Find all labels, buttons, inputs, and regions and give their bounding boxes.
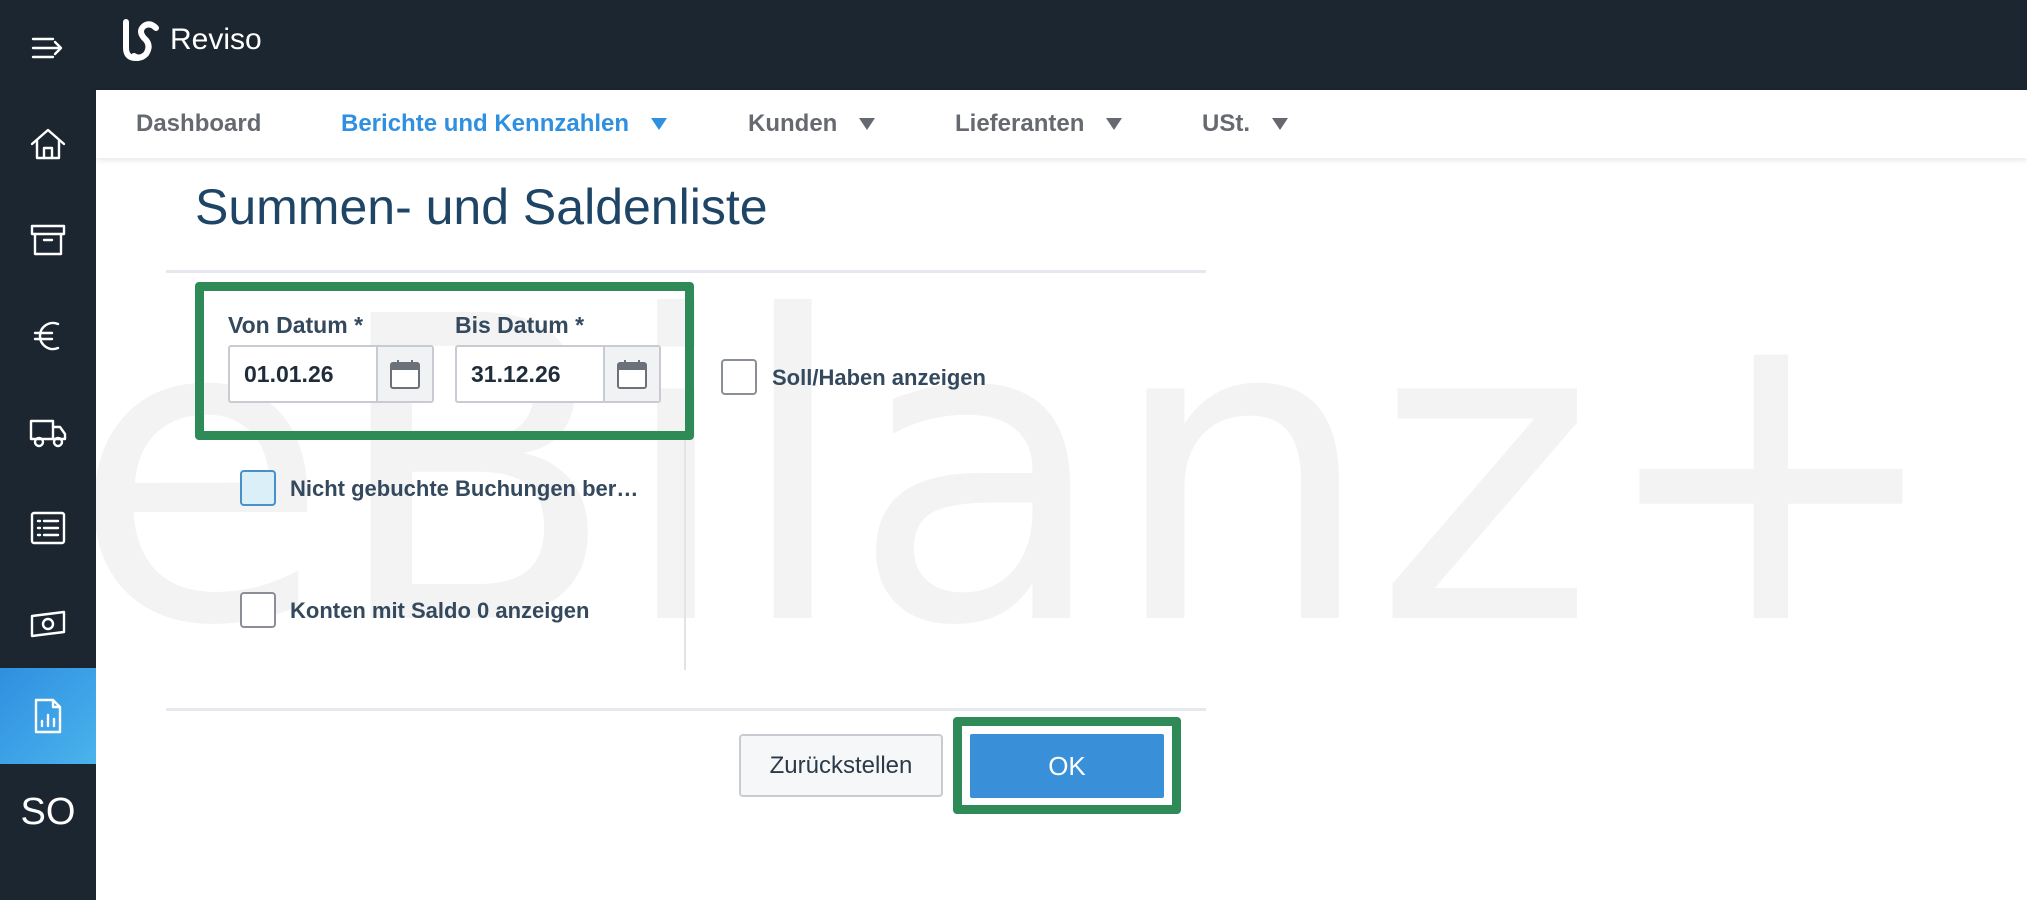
sidebar-item-home[interactable] <box>0 96 96 192</box>
app-name: Reviso <box>170 23 262 56</box>
nicht-gebuchte-label[interactable]: Nicht gebuchte Buchungen ber… <box>290 476 638 502</box>
sidebar-item-reports[interactable] <box>0 668 96 764</box>
nav-lieferanten-label: Lieferanten <box>955 110 1085 137</box>
von-datum-input[interactable] <box>230 347 376 401</box>
reviso-logo-icon <box>123 19 159 61</box>
truck-icon <box>29 419 67 448</box>
app-logo[interactable]: Reviso <box>120 18 262 62</box>
sidebar-item-delivery[interactable] <box>0 384 96 480</box>
calendar-icon <box>390 360 420 389</box>
sidebar-item-archive[interactable] <box>0 192 96 288</box>
sidebar-item-cash[interactable] <box>0 576 96 672</box>
chevron-down-icon <box>651 118 668 130</box>
calendar-icon <box>617 360 647 389</box>
menu-collapse-icon <box>31 37 63 59</box>
cash-icon <box>30 610 66 638</box>
soll-haben-label[interactable]: Soll/Haben anzeigen <box>772 365 986 391</box>
sidebar: SO <box>0 0 96 900</box>
nav-berichte[interactable]: Berichte und Kennzahlen <box>341 110 668 138</box>
nav-kunden-label: Kunden <box>748 110 838 137</box>
divider-bottom <box>166 708 1206 711</box>
von-datum-calendar-button[interactable] <box>376 347 432 401</box>
menu-toggle-button[interactable] <box>0 0 96 96</box>
nav-kunden[interactable]: Kunden <box>748 110 876 138</box>
user-initials: SO <box>20 790 76 833</box>
column-divider <box>684 440 686 670</box>
soll-haben-checkbox[interactable] <box>721 359 757 395</box>
bis-datum-field <box>455 345 661 403</box>
euro-icon <box>33 321 60 351</box>
chevron-down-icon <box>859 118 876 130</box>
top-bar: Reviso <box>96 0 2027 90</box>
ok-button[interactable]: OK <box>968 732 1166 800</box>
saldo-null-label[interactable]: Konten mit Saldo 0 anzeigen <box>290 598 589 624</box>
von-datum-field <box>228 345 434 403</box>
page-title: Summen- und Saldenliste <box>195 179 768 235</box>
von-datum-label: Von Datum * <box>228 312 364 338</box>
nav-lieferanten[interactable]: Lieferanten <box>955 110 1123 138</box>
nav-ust-label: USt. <box>1202 110 1250 137</box>
bis-datum-label: Bis Datum * <box>455 312 585 338</box>
nav-dashboard-label: Dashboard <box>136 110 262 137</box>
reset-button[interactable]: Zurückstellen <box>739 734 943 797</box>
home-icon <box>30 128 66 160</box>
chevron-down-icon <box>1272 118 1288 130</box>
divider-top <box>166 270 1206 273</box>
nav-dashboard[interactable]: Dashboard <box>136 110 261 138</box>
sidebar-item-list[interactable] <box>0 480 96 576</box>
sidebar-item-finance[interactable] <box>0 288 96 384</box>
nav-ust[interactable]: USt. <box>1202 110 1288 138</box>
list-icon <box>30 511 66 545</box>
user-avatar[interactable]: SO <box>0 764 96 860</box>
bis-datum-input[interactable] <box>457 347 603 401</box>
report-icon <box>34 698 62 734</box>
chevron-down-icon <box>1106 118 1123 130</box>
archive-icon <box>30 224 66 256</box>
nicht-gebuchte-checkbox[interactable] <box>240 470 276 506</box>
main-nav: Dashboard Berichte und Kennzahlen Kunden… <box>96 90 2027 158</box>
saldo-null-checkbox[interactable] <box>240 592 276 628</box>
nav-berichte-label: Berichte und Kennzahlen <box>341 110 630 137</box>
bis-datum-calendar-button[interactable] <box>603 347 659 401</box>
